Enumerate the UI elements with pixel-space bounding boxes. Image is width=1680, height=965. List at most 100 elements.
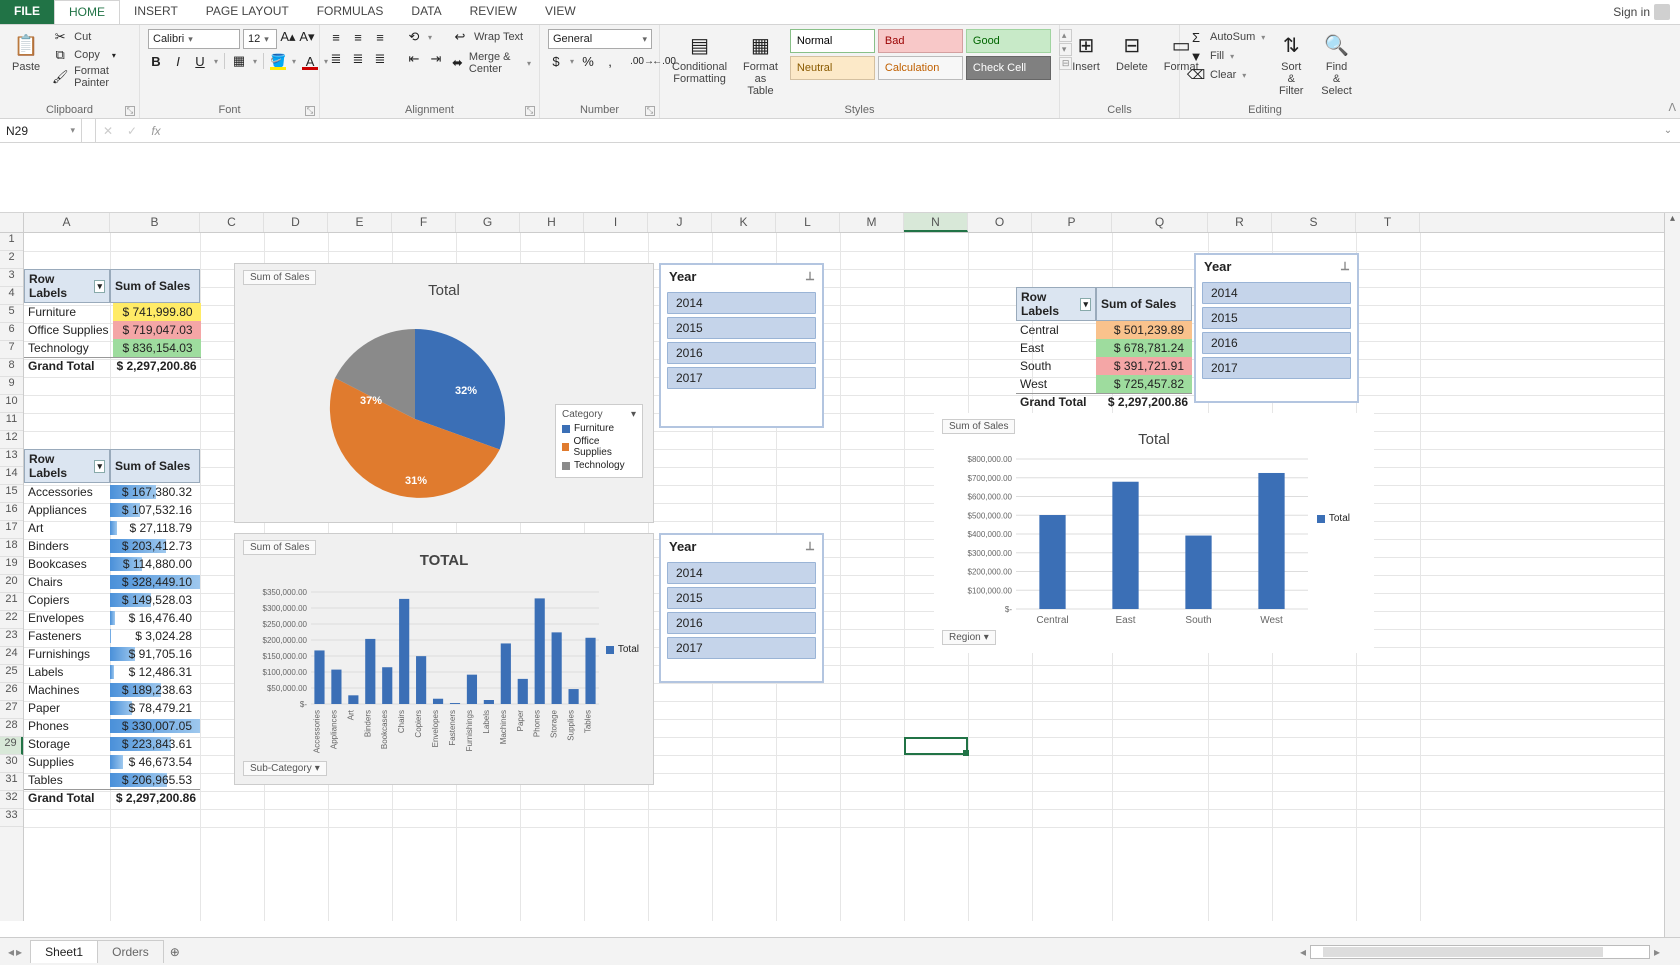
- accounting-format-icon[interactable]: $: [548, 53, 564, 69]
- format-as-table-button[interactable]: ▦ Format as Table: [739, 29, 782, 99]
- pivot-row[interactable]: Fasteners$ 3,024.28: [24, 627, 200, 645]
- number-format-select[interactable]: General▾: [548, 29, 652, 49]
- increase-indent-icon[interactable]: ⇥: [428, 51, 444, 67]
- slicer-item-2014[interactable]: 2014: [1202, 282, 1351, 304]
- align-middle-icon[interactable]: ≡: [350, 29, 366, 45]
- increase-font-icon[interactable]: A▴: [280, 29, 296, 45]
- column-header-T[interactable]: T: [1356, 213, 1420, 232]
- delete-button[interactable]: ⊟Delete: [1112, 29, 1152, 75]
- clear-icon[interactable]: ⌫: [1188, 67, 1204, 83]
- slicer-item-2014[interactable]: 2014: [667, 562, 816, 584]
- style-cell-normal[interactable]: Normal: [790, 29, 875, 53]
- column-header-G[interactable]: G: [456, 213, 520, 232]
- paste-button[interactable]: 📋 Paste: [8, 29, 44, 75]
- slicer-item-2015[interactable]: 2015: [667, 587, 816, 609]
- fill-color-button[interactable]: 🪣: [270, 53, 286, 69]
- align-left-icon[interactable]: ≣: [328, 51, 344, 67]
- insert-button[interactable]: ⊞Insert: [1068, 29, 1104, 75]
- row-header-9[interactable]: 9: [0, 377, 23, 395]
- column-header-N[interactable]: N: [904, 213, 968, 232]
- column-header-C[interactable]: C: [200, 213, 264, 232]
- slicer-item-2016[interactable]: 2016: [1202, 332, 1351, 354]
- align-center-icon[interactable]: ≣: [350, 51, 366, 67]
- conditional-formatting-button[interactable]: ▤ Conditional Formatting: [668, 29, 731, 87]
- slicer-item-2014[interactable]: 2014: [667, 292, 816, 314]
- file-tab[interactable]: FILE: [0, 0, 54, 24]
- add-sheet-button[interactable]: ⊕: [163, 945, 187, 959]
- pivot-row[interactable]: Copiers$ 149,528.03: [24, 591, 200, 609]
- hscroll-right-icon[interactable]: ▸: [1654, 945, 1660, 959]
- pivot-row[interactable]: Phones$ 330,007.05: [24, 717, 200, 735]
- vertical-scrollbar[interactable]: ▴: [1664, 213, 1680, 937]
- row-header-23[interactable]: 23: [0, 629, 23, 647]
- pivot-row[interactable]: Bookcases$ 114,880.00: [24, 555, 200, 573]
- row-header-5[interactable]: 5: [0, 305, 23, 323]
- legend-dropdown-icon[interactable]: ▾: [631, 409, 636, 420]
- slicer-item-2017[interactable]: 2017: [1202, 357, 1351, 379]
- bold-button[interactable]: B: [148, 53, 164, 69]
- pivot-row[interactable]: Paper$ 78,479.21: [24, 699, 200, 717]
- style-cell-bad[interactable]: Bad: [878, 29, 963, 53]
- alignment-launcher[interactable]: ⤡: [525, 106, 535, 116]
- fill-icon[interactable]: ▼: [1188, 48, 1204, 64]
- row-header-20[interactable]: 20: [0, 575, 23, 593]
- row-header-6[interactable]: 6: [0, 323, 23, 341]
- increase-decimal-icon[interactable]: .00→: [634, 53, 650, 69]
- row-header-18[interactable]: 18: [0, 539, 23, 557]
- underline-button[interactable]: U: [192, 53, 208, 69]
- percent-format-icon[interactable]: %: [580, 53, 596, 69]
- collapse-ribbon-icon[interactable]: ᐱ: [1668, 101, 1676, 114]
- cancel-formula-icon[interactable]: ✕: [96, 124, 120, 138]
- ribbon-tab-insert[interactable]: INSERT: [120, 0, 192, 24]
- pivot-row[interactable]: Labels$ 12,486.31: [24, 663, 200, 681]
- horizontal-scrollbar[interactable]: [1310, 945, 1650, 959]
- slicer-item-2016[interactable]: 2016: [667, 612, 816, 634]
- column-header-Q[interactable]: Q: [1112, 213, 1208, 232]
- font-size-select[interactable]: 12▾: [243, 29, 277, 49]
- align-bottom-icon[interactable]: ≡: [372, 29, 388, 45]
- font-color-button[interactable]: A: [302, 53, 318, 69]
- row-header-17[interactable]: 17: [0, 521, 23, 539]
- hscroll-left-icon[interactable]: ◂: [1300, 945, 1306, 959]
- style-cell-check-cell[interactable]: Check Cell: [966, 56, 1051, 80]
- number-launcher[interactable]: ⤡: [645, 106, 655, 116]
- slicer-item-2017[interactable]: 2017: [667, 637, 816, 659]
- row-header-30[interactable]: 30: [0, 755, 23, 773]
- column-header-H[interactable]: H: [520, 213, 584, 232]
- slicer-item-2015[interactable]: 2015: [667, 317, 816, 339]
- comma-format-icon[interactable]: ,: [602, 53, 618, 69]
- font-launcher[interactable]: ⤡: [305, 106, 315, 116]
- sort-filter-button[interactable]: ⇅Sort & Filter: [1273, 29, 1309, 99]
- column-header-I[interactable]: I: [584, 213, 648, 232]
- ribbon-tab-review[interactable]: REVIEW: [456, 0, 531, 24]
- wrap-text-button[interactable]: Wrap Text: [474, 31, 523, 43]
- row-header-29[interactable]: 29: [0, 737, 23, 755]
- year-slicer-2[interactable]: Year⟂ 2014201520162017: [659, 533, 824, 683]
- row-header-3[interactable]: 3: [0, 269, 23, 287]
- decrease-indent-icon[interactable]: ⇤: [406, 51, 422, 67]
- ribbon-tab-view[interactable]: VIEW: [531, 0, 590, 24]
- enter-formula-icon[interactable]: ✓: [120, 124, 144, 138]
- column-header-R[interactable]: R: [1208, 213, 1272, 232]
- ribbon-tab-data[interactable]: DATA: [397, 0, 455, 24]
- pivot-row[interactable]: Furniture$ 741,999.80: [24, 303, 201, 321]
- fx-icon[interactable]: fx: [144, 124, 168, 138]
- year-slicer-1[interactable]: Year⟂ 2014201520162017: [659, 263, 824, 428]
- row-header-31[interactable]: 31: [0, 773, 23, 791]
- select-all-corner[interactable]: [0, 213, 24, 232]
- column-header-S[interactable]: S: [1272, 213, 1356, 232]
- pivot-row[interactable]: West$ 725,457.82: [1016, 375, 1192, 393]
- merge-center-icon[interactable]: ⬌: [452, 55, 463, 71]
- column-header-E[interactable]: E: [328, 213, 392, 232]
- slicer-clear-filter-icon[interactable]: ⟂: [806, 539, 814, 554]
- clear-button[interactable]: Clear: [1210, 69, 1236, 81]
- scroll-up-icon[interactable]: ▴: [1665, 213, 1680, 229]
- column-header-P[interactable]: P: [1032, 213, 1112, 232]
- cut-button[interactable]: Cut: [74, 31, 91, 43]
- row-header-12[interactable]: 12: [0, 431, 23, 449]
- row-header-27[interactable]: 27: [0, 701, 23, 719]
- cut-icon[interactable]: ✂: [52, 29, 68, 45]
- slicer-item-2016[interactable]: 2016: [667, 342, 816, 364]
- format-painter-button[interactable]: Format Painter: [74, 65, 131, 89]
- sheet-tab-active[interactable]: Sheet1: [30, 940, 98, 963]
